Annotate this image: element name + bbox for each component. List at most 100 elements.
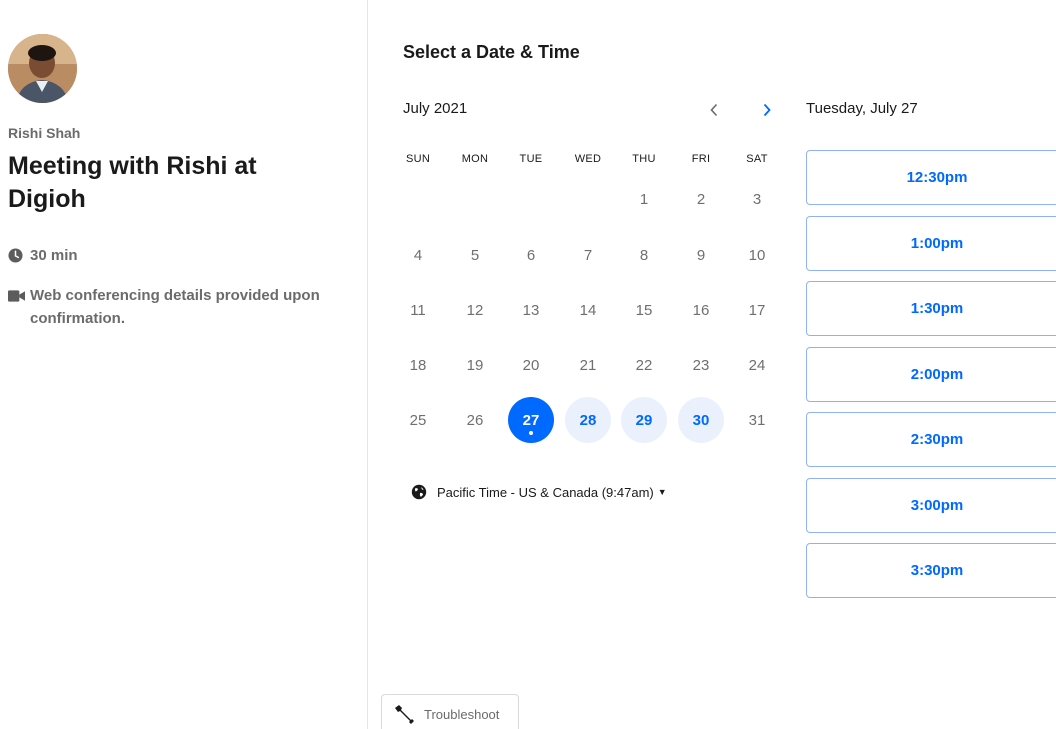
weekday-tue: TUE [519,153,543,165]
time-slot-button[interactable]: 1:30pm [806,281,1056,336]
time-slot-button[interactable]: 3:30pm [806,543,1056,598]
troubleshoot-button[interactable]: Troubleshoot [381,694,519,729]
video-camera-icon [8,284,30,307]
avatar [8,34,77,103]
calendar-day-number: 17 [748,301,766,319]
calendar-day-18: 18 [395,342,441,388]
time-slot-button[interactable]: 3:00pm [806,477,1056,533]
calendar-day-31: 31 [734,397,780,443]
event-details-panel: Rishi Shah Meeting with Rishi at Digioh … [0,0,368,729]
calendar-day-19: 19 [452,342,498,388]
weekday-sun: SUN [405,153,431,165]
globe-icon [411,484,427,500]
page-title: Select a Date & Time [403,42,580,62]
calendar-day-27[interactable]: 27 [508,397,554,443]
calendar-day-22: 22 [621,342,667,388]
calendar-day-number: 30 [692,411,710,429]
calendar-day-21: 21 [565,342,611,388]
calendar-day-number: 9 [696,246,706,264]
calendar-day-number: 27 [522,411,540,429]
calendar-day-28[interactable]: 28 [565,397,611,443]
duration-detail: 30 min [8,244,78,267]
wrench-icon [392,703,416,725]
calendar-day-number: 16 [692,301,710,319]
calendar-day-number: 15 [635,301,653,319]
calendar-day-23: 23 [678,342,724,388]
calendar-day-24: 24 [734,342,780,388]
duration-text: 30 min [30,247,78,264]
calendar-day-1: 1 [621,176,667,222]
weekday-fri: FRI [691,153,711,165]
time-slot-button[interactable]: 1:00pm [806,215,1056,271]
calendar-day-number: 19 [466,356,484,374]
calendar-day-number: 11 [410,301,426,319]
calendar-day-number: 1 [639,190,649,208]
month-label: July 2021 [403,100,468,117]
calendar-day-16: 16 [678,287,724,333]
calendar-day-30[interactable]: 30 [678,397,724,443]
calendar-day-20: 20 [508,342,554,388]
calendar-day-number: 18 [409,356,427,374]
calendar-day-number: 14 [579,301,597,319]
calendar-day-6: 6 [508,232,554,278]
calendar-day-14: 14 [565,287,611,333]
calendar-day-number: 12 [466,301,484,319]
calendar-day-number: 4 [413,246,423,264]
chevron-right-icon [763,103,771,117]
calendar-day-number: 31 [748,411,766,429]
calendar-day-11: 11 [395,287,441,333]
calendar-day-number: 28 [579,411,597,429]
calendar-day-29[interactable]: 29 [621,397,667,443]
calendar-day-number: 26 [466,411,484,429]
calendar-day-2: 2 [678,176,724,222]
calendar-day-7: 7 [565,232,611,278]
conferencing-detail: Web conferencing details provided upon c… [8,284,328,330]
calendar-day-26: 26 [452,397,498,443]
calendar-day-number: 23 [692,356,710,374]
today-dot-icon [529,431,533,435]
calendar-day-15: 15 [621,287,667,333]
time-slot-button[interactable]: 2:30pm [806,412,1056,467]
clock-icon [8,244,30,267]
calendar-day-number: 13 [522,301,540,319]
weekday-wed: WED [574,153,602,165]
troubleshoot-label: Troubleshoot [424,706,500,722]
calendar-day-9: 9 [678,232,724,278]
calendar-day-number: 3 [752,190,762,208]
calendar-day-number: 5 [470,246,480,264]
calendar-day-number: 6 [526,246,536,264]
calendar-day-4: 4 [395,232,441,278]
calendar-day-number: 20 [522,356,540,374]
calendar-day-12: 12 [452,287,498,333]
time-slot-button[interactable]: 2:00pm [806,346,1056,402]
weekday-sat: SAT [746,153,768,165]
weekday-thu: THU [632,153,656,165]
calendar-day-number: 8 [639,246,649,264]
timezone-selector[interactable]: Pacific Time - US & Canada (9:47am) ▼ [411,484,667,500]
weekday-mon: MON [461,153,489,165]
calendar-day-number: 25 [409,411,427,429]
caret-down-icon: ▼ [657,487,667,497]
calendar-day-number: 21 [579,356,597,374]
calendar-day-number: 2 [696,190,706,208]
previous-month-button[interactable] [699,96,729,124]
calendar-day-number: 29 [635,411,653,429]
chevron-left-icon [710,103,718,117]
next-month-button[interactable] [752,96,782,124]
calendar-day-25: 25 [395,397,441,443]
calendar-day-3: 3 [734,176,780,222]
calendar-day-17: 17 [734,287,780,333]
selected-date-label: Tuesday, July 27 [806,100,918,117]
event-title: Meeting with Rishi at Digioh [8,152,257,213]
calendar-day-number: 7 [583,246,593,264]
conferencing-text: Web conferencing details provided upon c… [30,287,320,327]
timezone-label: Pacific Time - US & Canada (9:47am) [437,484,654,500]
host-name: Rishi Shah [8,125,81,141]
calendar-day-5: 5 [452,232,498,278]
time-slot-button[interactable]: 12:30pm [806,150,1056,205]
calendar-day-number: 24 [748,356,766,374]
calendar-day-10: 10 [734,232,780,278]
calendar-day-number: 10 [748,246,766,264]
calendar-day-13: 13 [508,287,554,333]
calendar-day-8: 8 [621,232,667,278]
